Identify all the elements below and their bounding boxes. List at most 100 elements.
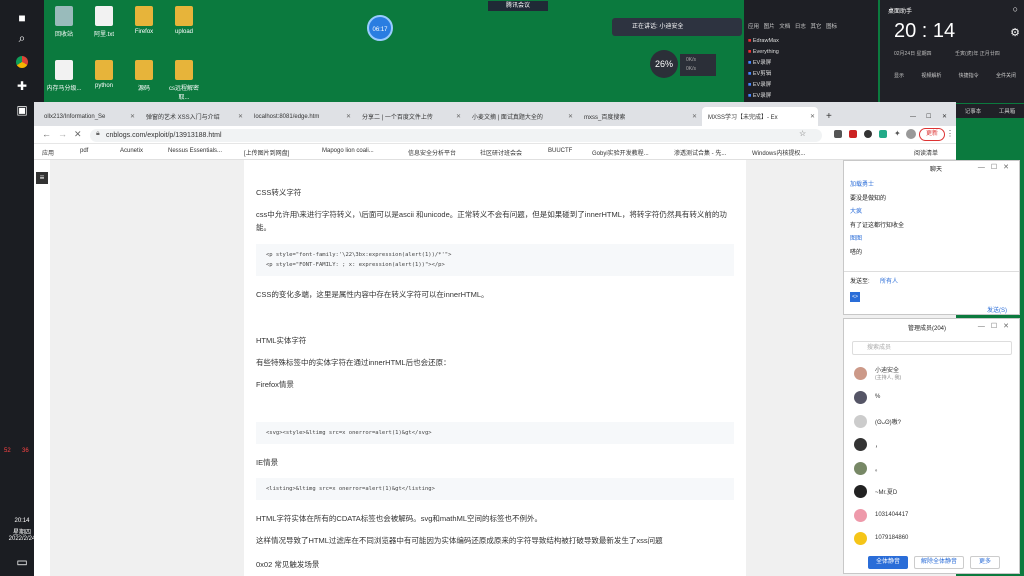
- close-icon[interactable]: ○: [1013, 4, 1018, 14]
- launcher-tab-images[interactable]: 图片: [764, 24, 775, 30]
- reading-list[interactable]: 阅读清单: [914, 148, 938, 157]
- tab-xss-art[interactable]: 弹窗的艺术 XSS入门与介绍 ✕: [140, 107, 246, 126]
- member-row[interactable]: ，: [854, 434, 1014, 454]
- code-block-ie: <listing>&ltimg src=x onerror=alert(1)&g…: [256, 478, 734, 500]
- tab-mxss-search[interactable]: mxss_百度搜索 ✕: [578, 107, 700, 126]
- chat-sender: 图图: [850, 236, 863, 242]
- notification-icon[interactable]: ▭: [12, 552, 32, 572]
- desktop-icon-firefox[interactable]: Firefox: [124, 6, 164, 35]
- avatar: [854, 484, 867, 498]
- update-button[interactable]: 更新: [919, 128, 945, 141]
- bookmark-pdf[interactable]: pdf: [80, 148, 88, 154]
- meeting-icon[interactable]: ▣: [12, 100, 32, 120]
- windows-start-icon[interactable]: ■: [12, 8, 32, 28]
- desktop-icon-python[interactable]: python: [84, 60, 124, 89]
- tab-share[interactable]: 分享二 | 一个百度文件上传 ✕: [356, 107, 464, 126]
- tool-toolbox[interactable]: 工具箱: [999, 107, 1016, 115]
- close-window-icon[interactable]: ✕: [936, 107, 952, 126]
- folder-icon: [135, 60, 153, 80]
- launcher-tab-icons[interactable]: 图标: [826, 24, 837, 30]
- search-icon[interactable]: ⌕: [12, 28, 32, 48]
- stop-icon[interactable]: ✕: [74, 129, 82, 140]
- bookmark-pentest[interactable]: 渗透测试合集 - 先...: [674, 148, 726, 157]
- bookmark-acunetix[interactable]: Acunetix: [120, 148, 143, 154]
- member-row[interactable]: (ʘᴗʘ)嗷?: [854, 411, 1014, 431]
- tab-github[interactable]: ollx213/Information_Se ✕: [38, 107, 138, 126]
- unmute-all-button[interactable]: 解除全体静音: [914, 556, 964, 569]
- launcher-item[interactable]: ■ Everything: [748, 47, 779, 58]
- lock-icon[interactable]: 🔒︎: [96, 130, 100, 138]
- bookmark-buuctf[interactable]: BUUCTF: [548, 148, 572, 154]
- desktop-icon-upload[interactable]: upload: [164, 6, 204, 35]
- member-row[interactable]: 1079184860: [854, 528, 1014, 548]
- extension-icon[interactable]: [879, 130, 887, 138]
- bookmark-goby[interactable]: Gobyi实验开发教程...: [592, 148, 649, 157]
- launcher-tab-other[interactable]: 其它: [810, 24, 821, 30]
- star-icon[interactable]: ☆: [799, 129, 806, 138]
- back-icon[interactable]: ←: [42, 129, 51, 139]
- tab-xiaomai[interactable]: 小麦文摘 | 面试真题大全的 ✕: [466, 107, 576, 126]
- member-row[interactable]: 。: [854, 458, 1014, 478]
- close-icon: ✕: [809, 114, 815, 120]
- window-controls[interactable]: —☐✕: [978, 163, 1015, 171]
- send-button[interactable]: 发送(S): [987, 305, 1007, 314]
- tab-localhost[interactable]: localhost:8081/edge.htm ✕: [248, 107, 354, 126]
- launcher-tab-logs[interactable]: 日志: [795, 24, 806, 30]
- launcher-tab-docs[interactable]: 文档: [779, 24, 790, 30]
- tool-shortcut[interactable]: 快捷指令: [959, 72, 979, 79]
- member-row[interactable]: ~Mr.夏D: [854, 481, 1014, 501]
- tool-video[interactable]: 视频解析: [921, 72, 941, 79]
- timer-badge[interactable]: 06:17: [367, 15, 393, 41]
- desktop-icon-recycle[interactable]: 回收站: [44, 6, 84, 38]
- new-tab-button[interactable]: +: [820, 107, 834, 126]
- bookmark-windows[interactable]: Windows内核提权...: [752, 148, 805, 157]
- paragraph-css2: CSS的变化多端，这里是属性内容中存在转义字符可以在innerHTML。: [256, 290, 489, 299]
- member-search-input[interactable]: 搜索成员: [852, 341, 1012, 355]
- desktop-icon-source[interactable]: 源码: [124, 60, 164, 92]
- close-icon: ✕: [691, 114, 697, 120]
- member-row[interactable]: 1031404417: [854, 505, 1014, 525]
- launcher-item[interactable]: ■ EV录屏: [748, 58, 779, 69]
- menu-toggle-icon[interactable]: ≡: [36, 172, 48, 184]
- launcher-item[interactable]: ■ EV录屏: [748, 80, 779, 91]
- launcher-item[interactable]: ■ EV剪辑: [748, 69, 779, 80]
- tool-close-all[interactable]: 全件关闭: [996, 72, 1016, 79]
- member-row[interactable]: %: [854, 387, 1014, 407]
- more-button[interactable]: 更多: [970, 556, 1000, 569]
- puzzle-icon[interactable]: ✦: [894, 129, 901, 138]
- avatar[interactable]: [906, 129, 916, 139]
- forward-icon[interactable]: →: [58, 129, 67, 139]
- launcher-item[interactable]: ■ EdrawMax: [748, 36, 779, 47]
- gear-icon[interactable]: ⚙: [1010, 26, 1020, 39]
- tool-screenshot[interactable]: 显示: [894, 72, 904, 79]
- chat-input[interactable]: <>: [850, 292, 860, 302]
- extension-icon[interactable]: [864, 130, 872, 138]
- launcher-item[interactable]: ■ EV录屏: [748, 91, 779, 102]
- window-controls[interactable]: —☐✕: [978, 322, 1015, 330]
- extension-icon[interactable]: [834, 130, 842, 138]
- chrome-icon[interactable]: [12, 52, 32, 72]
- bookmark-security-platform[interactable]: 信息安全分析平台: [408, 148, 456, 157]
- bookmark-mapogo[interactable]: Mapogo lion coali...: [322, 148, 374, 154]
- send-to-select[interactable]: 所有人: [880, 276, 898, 285]
- tools-icon[interactable]: ✚: [12, 76, 32, 96]
- mute-all-button[interactable]: 全体静音: [868, 556, 908, 569]
- minimize-icon[interactable]: —: [904, 107, 920, 126]
- maximize-icon[interactable]: ☐: [920, 107, 936, 126]
- meeting-bar[interactable]: 腾讯会议: [488, 1, 548, 11]
- page-sidebar: ≡: [34, 160, 50, 576]
- bookmark-apps[interactable]: 应用: [42, 148, 54, 157]
- bookmark-nessus[interactable]: Nessus Essentials...: [168, 148, 222, 154]
- desktop-icon-txt[interactable]: 阿里.txt: [84, 6, 124, 38]
- member-row[interactable]: 小迪安全 (主持人, 我): [854, 363, 1014, 383]
- launcher-tab-apps[interactable]: 应用: [748, 24, 759, 30]
- desktop-icon-memshell[interactable]: 内存马分级...: [44, 60, 84, 92]
- bookmark-community[interactable]: 社区研讨班会会: [480, 148, 522, 157]
- url-bar[interactable]: cnblogs.com/exploit/p/13913188.html: [90, 129, 822, 142]
- tool-notepad[interactable]: 记事本: [965, 107, 982, 115]
- menu-icon[interactable]: ⋮: [946, 129, 954, 138]
- bookmark-upload-img[interactable]: [上传图片到网盘]: [244, 148, 289, 157]
- tab-mxss-active[interactable]: MXSS学习【未完成】- Ex ✕: [702, 107, 818, 126]
- extension-icon[interactable]: [849, 130, 857, 138]
- desktop-icon-cs[interactable]: cs远程解密取...: [164, 60, 204, 101]
